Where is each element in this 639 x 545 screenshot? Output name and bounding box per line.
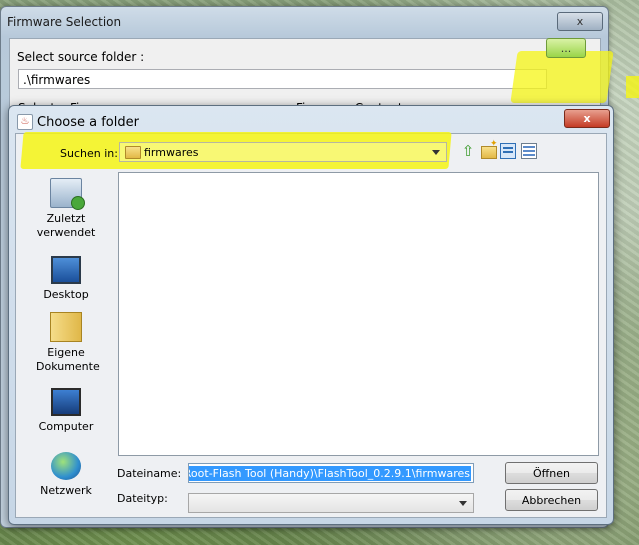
desktop-icon (51, 256, 81, 284)
up-folder-icon[interactable]: ⇧ (460, 143, 476, 159)
cancel-button[interactable]: Abbrechen (505, 489, 598, 511)
place-label: Netzwerk (40, 484, 92, 497)
details-view-icon[interactable] (521, 143, 537, 159)
close-button[interactable]: x (557, 12, 603, 31)
place-network[interactable]: Netzwerk (23, 452, 109, 498)
dialog-title: Choose a folder (37, 115, 139, 130)
place-label: Eigene Dokumente (36, 346, 100, 373)
close-button[interactable]: x (564, 109, 610, 128)
filetype-combo[interactable] (188, 493, 474, 513)
highlight-marker (510, 51, 614, 103)
list-view-icon[interactable] (500, 143, 516, 159)
chevron-down-icon[interactable] (459, 501, 467, 506)
network-icon (51, 452, 81, 480)
open-button[interactable]: Öffnen (505, 462, 598, 484)
window-title: Firmware Selection (7, 15, 122, 29)
place-desktop[interactable]: Desktop (23, 256, 109, 302)
places-bar: Zuletzt verwendet Desktop Eigene Dokumen… (23, 172, 109, 512)
filename-label: Dateiname: (117, 467, 182, 480)
place-label: Zuletzt verwendet (36, 212, 96, 239)
place-recent[interactable]: Zuletzt verwendet (23, 178, 109, 240)
place-label: Desktop (43, 288, 89, 301)
file-list[interactable] (118, 172, 599, 456)
filetype-label: Dateityp: (117, 492, 168, 505)
filename-value: \1. Root-Flash Tool (Handy)\FlashTool_0.… (189, 466, 471, 481)
recent-icon (50, 178, 85, 210)
chevron-down-icon[interactable] (432, 150, 440, 155)
look-in-value: firmwares (144, 146, 199, 159)
look-in-combo[interactable]: firmwares (119, 142, 447, 162)
look-in-label: Suchen in: (60, 147, 118, 160)
place-computer[interactable]: Computer (23, 388, 109, 434)
highlight-marker (626, 76, 639, 98)
browse-button[interactable]: ... (546, 38, 586, 58)
place-label: Computer (38, 420, 94, 433)
java-icon: ♨ (17, 114, 33, 130)
computer-icon (51, 388, 81, 416)
new-folder-icon[interactable] (481, 139, 498, 159)
filename-input[interactable]: \1. Root-Flash Tool (Handy)\FlashTool_0.… (188, 463, 474, 483)
folder-icon (125, 146, 141, 159)
place-documents[interactable]: Eigene Dokumente (23, 312, 109, 374)
documents-icon (50, 312, 82, 342)
source-folder-input[interactable]: .\firmwares (18, 69, 547, 89)
source-folder-label: Select source folder : (17, 50, 145, 64)
